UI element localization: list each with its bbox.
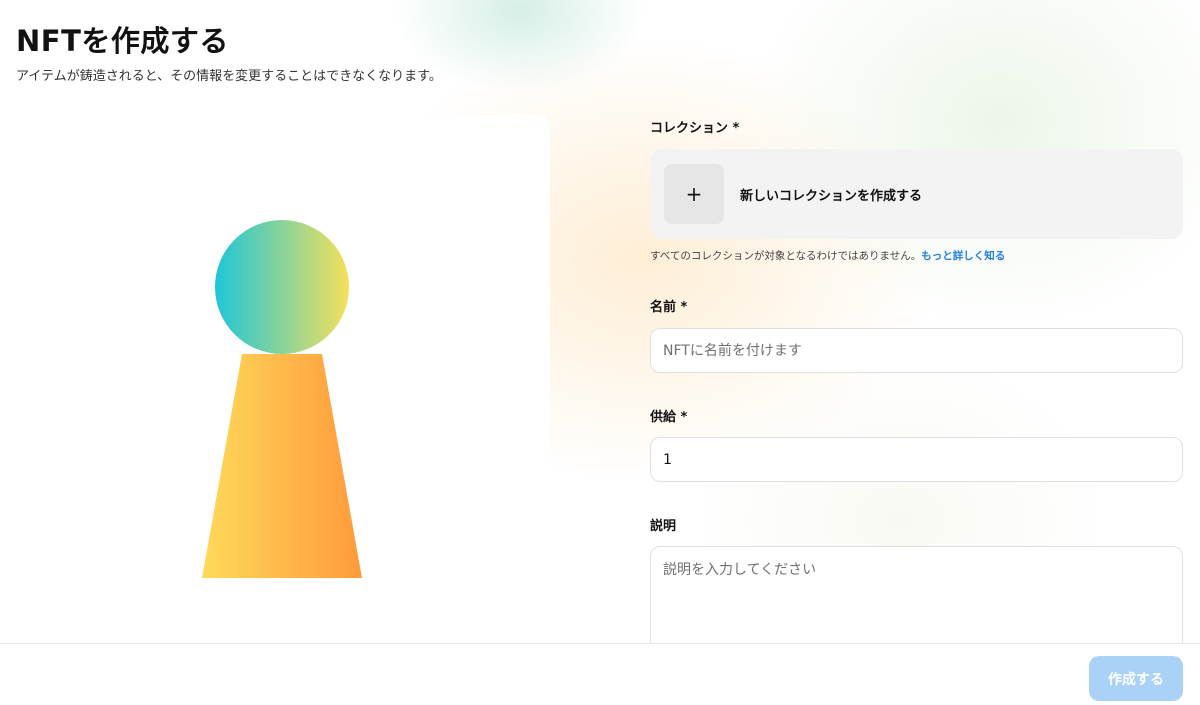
collection-label: コレクション * xyxy=(650,121,740,136)
create-collection-button[interactable]: + 新しいコレクションを作成する xyxy=(650,149,1183,239)
footer-bar: 作成する xyxy=(0,643,1200,705)
description-label: 説明 xyxy=(650,519,677,534)
name-label: 名前 * xyxy=(650,300,688,315)
page-subtitle: アイテムが鋳造されると、その情報を変更することはできなくなります。 xyxy=(16,69,442,84)
collection-helper-text: すべてのコレクションが対象となるわけではありません。もっと詳しく知る xyxy=(650,248,1005,263)
create-collection-label: 新しいコレクションを作成する xyxy=(740,188,923,204)
nft-preview-card[interactable] xyxy=(0,115,550,655)
page-title: NFTを作成する xyxy=(16,24,229,58)
create-button[interactable]: 作成する xyxy=(1089,656,1183,701)
preview-circle-shape xyxy=(215,220,349,354)
plus-icon: + xyxy=(664,164,724,224)
collection-helper-message: すべてのコレクションが対象となるわけではありません。 xyxy=(650,250,922,262)
nft-placeholder-illustration xyxy=(202,220,362,578)
create-nft-page: NFTを作成する アイテムが鋳造されると、その情報を変更することはできなくなりま… xyxy=(0,0,1200,705)
name-input[interactable] xyxy=(650,328,1183,373)
preview-body-shape xyxy=(202,354,362,578)
supply-input[interactable] xyxy=(650,437,1183,482)
learn-more-link[interactable]: もっと詳しく知る xyxy=(921,250,1005,262)
supply-label: 供給 * xyxy=(650,410,688,425)
